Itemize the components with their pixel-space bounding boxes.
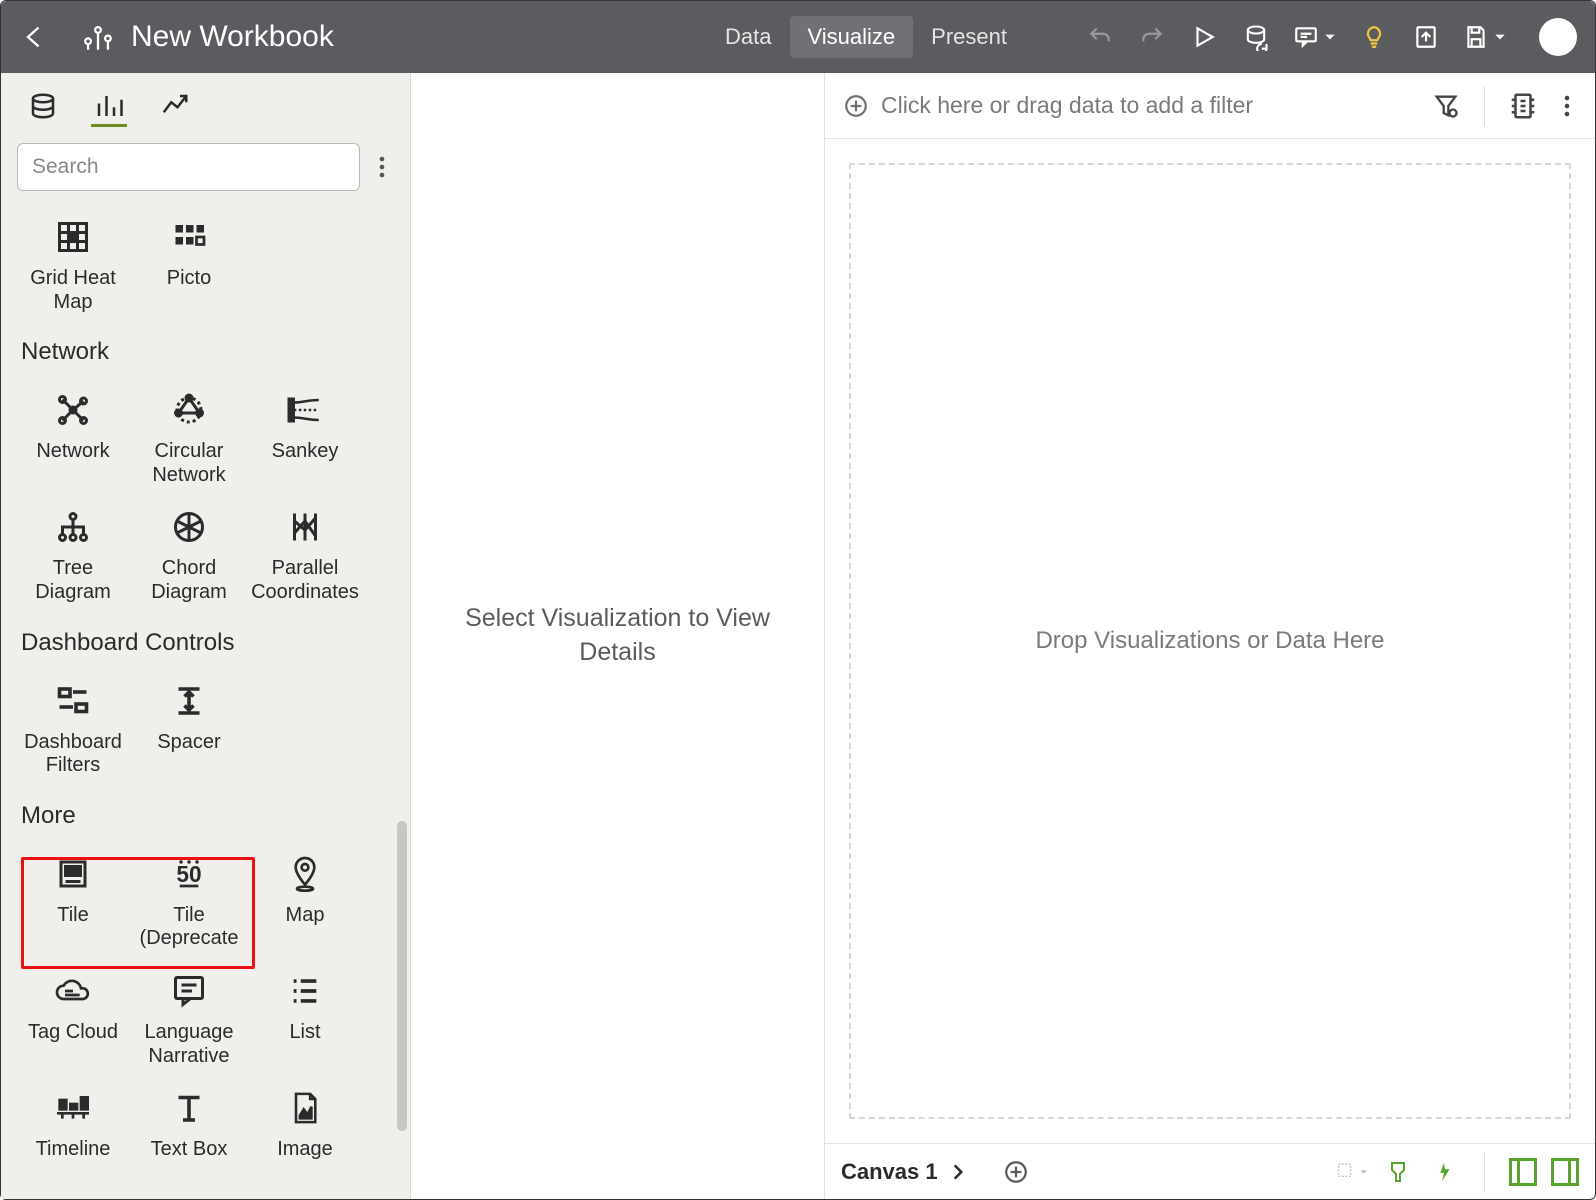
tile-deprecated-icon: 50 (133, 850, 245, 898)
auto-apply-icon[interactable] (1428, 1156, 1460, 1188)
viz-tile-deprecated[interactable]: 50 Tile (Deprecate (131, 844, 247, 957)
properties-icon[interactable] (1507, 90, 1539, 122)
plus-circle-icon (843, 93, 869, 119)
add-filter-area[interactable]: Click here or drag data to add a filter (843, 92, 1418, 119)
tag-cloud-icon (17, 967, 129, 1015)
viz-timeline[interactable]: Timeline (15, 1078, 131, 1168)
category-more: More (15, 788, 363, 840)
grid-layout-dropdown[interactable] (1336, 1156, 1368, 1188)
svg-text:50: 50 (176, 861, 201, 887)
viz-image[interactable]: Image (247, 1078, 363, 1168)
sankey-icon (249, 386, 361, 434)
category-dashboard-controls: Dashboard Controls (15, 615, 363, 667)
viz-picto[interactable]: Picto (131, 207, 247, 320)
circular-network-icon (133, 386, 245, 434)
export-icon[interactable] (1411, 22, 1441, 52)
viz-language-narrative[interactable]: Language Narrative (131, 961, 247, 1074)
viz-network[interactable]: Network (15, 380, 131, 493)
add-canvas-button[interactable] (1000, 1156, 1032, 1188)
back-button[interactable] (19, 21, 51, 53)
viz-sankey[interactable]: Sankey (247, 380, 363, 493)
add-filter-text: Click here or drag data to add a filter (881, 92, 1253, 119)
canvas-dropzone[interactable]: Drop Visualizations or Data Here (849, 163, 1571, 1119)
header-toolbar (1085, 18, 1577, 56)
canvas-menu-icon[interactable] (1551, 90, 1583, 122)
picto-icon (133, 213, 245, 261)
category-network: Network (15, 324, 363, 376)
canvas-column: Click here or drag data to add a filter … (825, 73, 1595, 1199)
viz-list[interactable]: List (247, 961, 363, 1074)
viz-tree-diagram[interactable]: Tree Diagram (15, 497, 131, 610)
workbook-icon (81, 20, 115, 54)
tile-icon: 123 (17, 850, 129, 898)
user-avatar[interactable] (1539, 18, 1577, 56)
play-icon[interactable] (1189, 22, 1219, 52)
save-dropdown[interactable] (1463, 24, 1507, 50)
language-narrative-icon (133, 967, 245, 1015)
filter-settings-icon[interactable] (1430, 90, 1462, 122)
divider (1484, 86, 1485, 126)
divider (1484, 1152, 1485, 1192)
network-icon (17, 386, 129, 434)
nav-tabs: Data Visualize Present (707, 16, 1025, 58)
canvas-tab-1[interactable]: Canvas 1 (841, 1159, 968, 1185)
comment-dropdown[interactable] (1293, 24, 1337, 50)
viz-text-box[interactable]: Text Box (131, 1078, 247, 1168)
chevron-right-icon (948, 1162, 968, 1182)
viz-parallel-coordinates[interactable]: Parallel Coordinates (247, 497, 363, 610)
viz-tag-cloud[interactable]: Tag Cloud (15, 961, 131, 1074)
image-icon (249, 1084, 361, 1132)
viz-search-input[interactable] (17, 143, 360, 191)
sidebar-scrollbar[interactable] (397, 821, 407, 1131)
dashboard-filters-icon (17, 677, 129, 725)
tab-present[interactable]: Present (913, 16, 1025, 58)
main-area: Grid Heat Map Picto Network Network Circ… (1, 73, 1595, 1199)
redo-icon[interactable] (1137, 22, 1167, 52)
sidebar-menu-icon[interactable] (370, 147, 394, 187)
viz-map[interactable]: Map (247, 844, 363, 957)
side-tab-analytics-icon[interactable] (157, 91, 193, 127)
timeline-icon (17, 1084, 129, 1132)
viz-sidebar: Grid Heat Map Picto Network Network Circ… (1, 73, 411, 1199)
map-pin-icon (249, 850, 361, 898)
viz-chord-diagram[interactable]: Chord Diagram (131, 497, 247, 610)
parallel-coordinates-icon (249, 503, 361, 551)
viz-tile[interactable]: 123 Tile (15, 844, 131, 957)
grid-heatmap-icon (17, 213, 129, 261)
detail-message: Select Visualization to View Details (431, 602, 804, 670)
viz-dashboard-filters[interactable]: Dashboard Filters (15, 671, 131, 784)
tab-data[interactable]: Data (707, 16, 789, 58)
detail-panel: Select Visualization to View Details (411, 73, 825, 1199)
undo-icon[interactable] (1085, 22, 1115, 52)
refresh-data-icon[interactable] (1241, 22, 1271, 52)
drop-hint: Drop Visualizations or Data Here (1035, 627, 1384, 655)
viz-spacer[interactable]: Spacer (131, 671, 247, 784)
layout-left-icon[interactable] (1509, 1158, 1537, 1186)
lightbulb-icon[interactable] (1359, 22, 1389, 52)
workbook-title: New Workbook (131, 20, 334, 54)
filter-bar: Click here or drag data to add a filter (825, 73, 1595, 139)
chord-diagram-icon (133, 503, 245, 551)
side-tab-visualizations-icon[interactable] (91, 91, 127, 127)
tab-visualize[interactable]: Visualize (790, 16, 914, 58)
canvas-footer: Canvas 1 (825, 1143, 1595, 1199)
side-tab-data-icon[interactable] (25, 91, 61, 127)
tree-diagram-icon (17, 503, 129, 551)
layout-right-icon[interactable] (1551, 1158, 1579, 1186)
svg-text:123: 123 (67, 867, 80, 876)
viz-circular-network[interactable]: Circular Network (131, 380, 247, 493)
text-box-icon (133, 1084, 245, 1132)
app-header: New Workbook Data Visualize Present (1, 1, 1595, 73)
list-icon (249, 967, 361, 1015)
viz-grid-heat-map[interactable]: Grid Heat Map (15, 207, 131, 320)
spacer-icon (133, 677, 245, 725)
brush-icon[interactable] (1382, 1156, 1414, 1188)
